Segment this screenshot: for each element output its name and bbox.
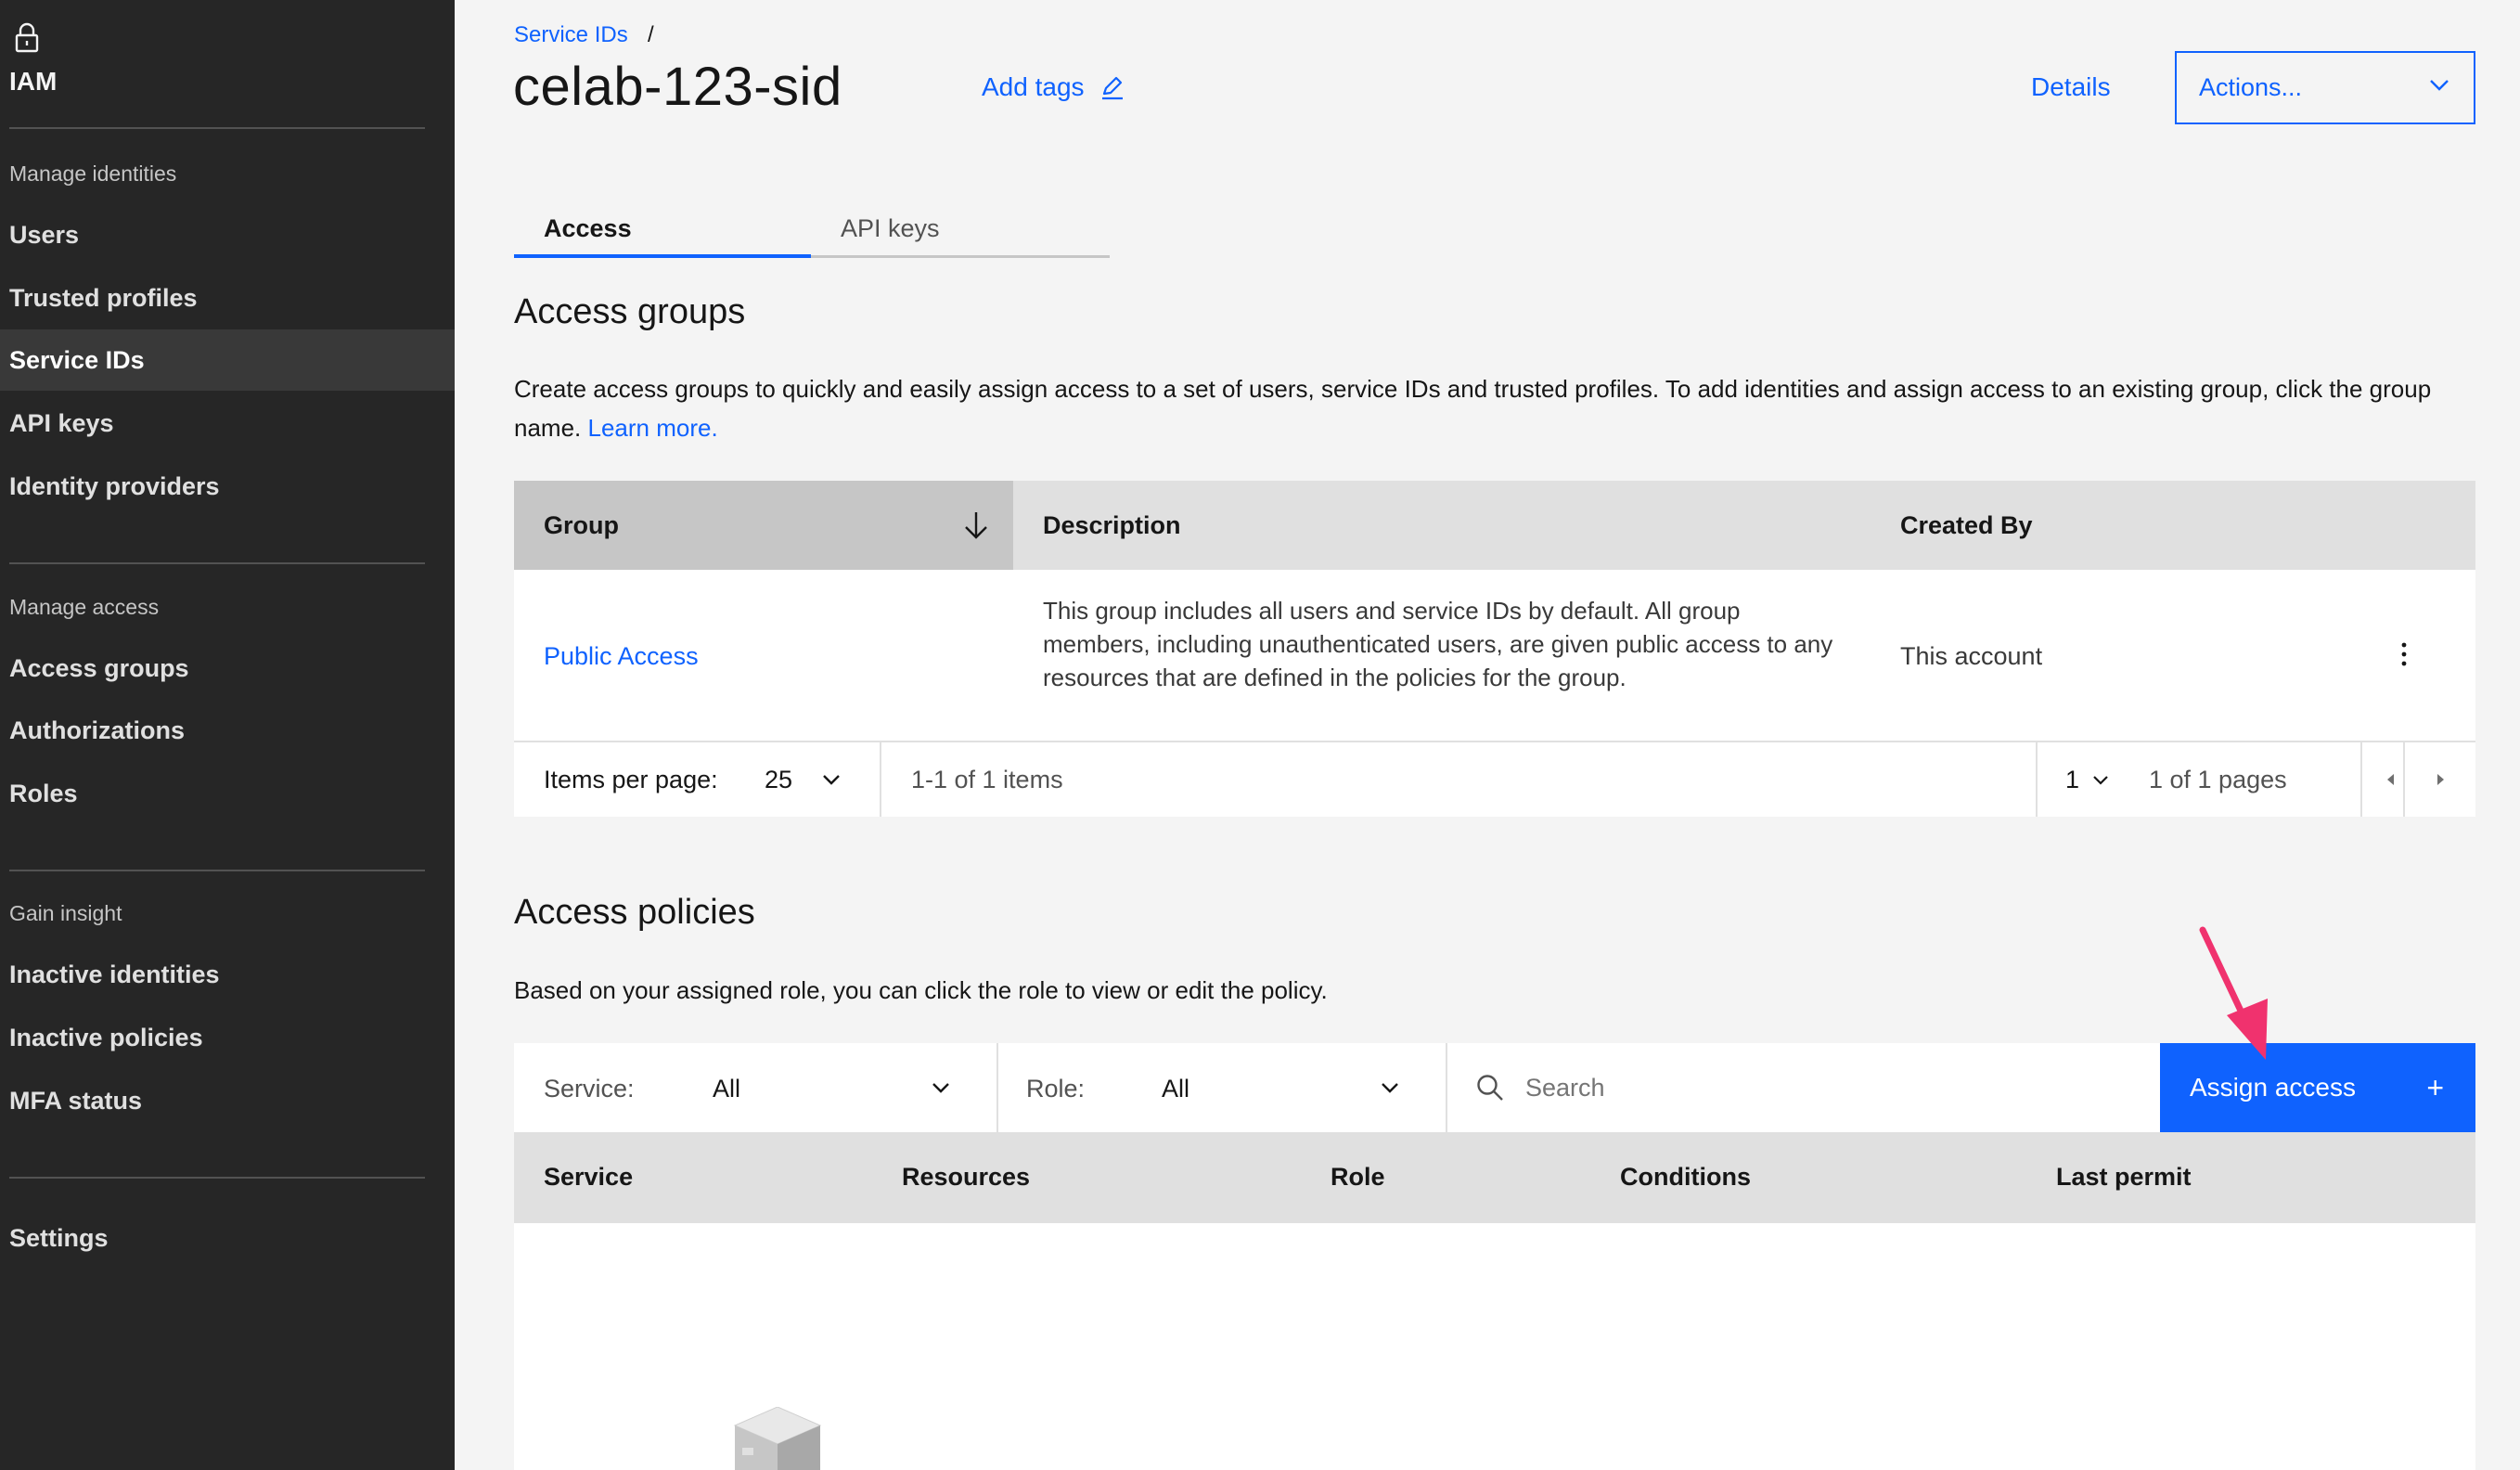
page-title: celab-123-sid	[513, 57, 842, 117]
access-policies-description: Based on your assigned role, you can cli…	[514, 976, 1328, 1004]
conditions-column-label: Conditions	[1620, 1163, 1751, 1191]
caret-left-icon	[2387, 774, 2394, 785]
chevron-down-icon	[1382, 1083, 1398, 1093]
service-column-label: Service	[544, 1163, 634, 1191]
sort-arrow-down-icon	[965, 512, 987, 539]
pagination-divider	[2036, 742, 2038, 817]
items-per-page-value: 25	[765, 765, 793, 793]
sidebar-section-manage-identities: Manage identities	[9, 161, 177, 186]
overflow-menu-icon[interactable]	[2399, 640, 2409, 668]
actions-dropdown[interactable]: Actions...	[2175, 51, 2475, 124]
chevron-down-icon	[2093, 775, 2108, 785]
breadcrumb-separator: /	[648, 22, 654, 47]
items-per-page-select[interactable]: 25	[765, 742, 841, 817]
items-per-page: Items per page:	[544, 742, 718, 817]
group-column-header[interactable]: Group	[514, 481, 1013, 570]
resources-column-label: Resources	[902, 1163, 1031, 1191]
policies-table-body	[514, 1223, 2475, 1470]
pages-total: 1 of 1 pages	[2149, 765, 2287, 793]
sidebar-item-trusted-profiles[interactable]: Trusted profiles	[0, 267, 455, 329]
group-name-link[interactable]: Public Access	[544, 642, 699, 671]
page-value: 1	[2065, 765, 2080, 793]
page-select[interactable]: 1	[2065, 742, 2109, 817]
chevron-down-icon	[2430, 80, 2449, 91]
sidebar-divider	[9, 562, 425, 564]
filter-divider	[996, 1043, 998, 1132]
group-column-label: Group	[544, 511, 619, 539]
search-icon	[1477, 1075, 1503, 1101]
table-row: Public Access This group includes all us…	[514, 570, 2475, 742]
access-groups-heading: Access groups	[514, 292, 746, 331]
sidebar-section-gain-insight: Gain insight	[9, 901, 122, 925]
breadcrumb-service-ids[interactable]: Service IDs	[514, 22, 628, 48]
service-filter-label: Service:	[544, 1075, 635, 1102]
learn-more-link[interactable]: Learn more.	[588, 414, 718, 442]
tab-api-keys[interactable]: API keys	[811, 202, 1110, 258]
chevron-down-icon	[823, 775, 840, 785]
sidebar-section-manage-access: Manage access	[9, 595, 160, 619]
items-per-page-label: Items per page:	[544, 765, 718, 793]
items-range: 1-1 of 1 items	[911, 765, 1063, 793]
sidebar-item-access-groups[interactable]: Access groups	[0, 638, 455, 699]
sidebar-divider	[9, 1177, 425, 1179]
role-filter-value: All	[1162, 1075, 1190, 1102]
annotation-arrow-icon	[2199, 926, 2268, 1060]
created-by-column-label: Created By	[1900, 511, 2033, 539]
sidebar-item-api-keys[interactable]: API keys	[0, 393, 455, 454]
role-filter-dropdown[interactable]: All	[1162, 1043, 1412, 1132]
add-tags-button[interactable]: Add tags	[982, 72, 1125, 102]
tab-access[interactable]: Access	[514, 202, 811, 258]
last-permit-column-label: Last permit	[2056, 1163, 2192, 1191]
details-link[interactable]: Details	[2031, 72, 2111, 102]
sidebar-item-service-ids[interactable]: Service IDs	[0, 329, 455, 391]
sidebar-item-inactive-identities[interactable]: Inactive identities	[0, 944, 455, 1005]
empty-state-box-icon	[733, 1407, 822, 1470]
sidebar-item-inactive-policies[interactable]: Inactive policies	[0, 1007, 455, 1068]
sidebar-item-users[interactable]: Users	[0, 204, 455, 265]
actions-label: Actions...	[2199, 73, 2303, 101]
group-description: This group includes all users and servic…	[1043, 597, 1833, 691]
role-column-label: Role	[1331, 1163, 1385, 1191]
role-filter-label: Role:	[1026, 1075, 1086, 1102]
add-tags-label: Add tags	[982, 72, 1085, 101]
next-page-button[interactable]	[2407, 742, 2475, 817]
tab-list: Access API keys	[514, 202, 1110, 258]
access-policies-heading: Access policies	[514, 893, 755, 932]
service-filter-value: All	[713, 1075, 741, 1102]
description-column-label: Description	[1043, 511, 1181, 539]
pagination: Items per page: 25 1-1 of 1 items 1 1 of…	[514, 742, 2475, 817]
sidebar-item-authorizations[interactable]: Authorizations	[0, 700, 455, 761]
sidebar-item-roles[interactable]: Roles	[0, 763, 455, 824]
sidebar-item-mfa-status[interactable]: MFA status	[0, 1070, 455, 1131]
sidebar-title: IAM	[9, 67, 58, 96]
sidebar: IAM Manage identities Users Trusted prof…	[0, 0, 455, 1470]
service-filter-dropdown[interactable]: All	[713, 1043, 963, 1132]
lock-icon	[15, 22, 39, 53]
sidebar-divider	[9, 127, 425, 129]
edit-pencil-icon	[1101, 76, 1123, 100]
filter-divider	[1446, 1043, 1447, 1132]
add-icon: +	[2426, 1071, 2444, 1104]
group-created-by: This account	[1900, 642, 2043, 670]
sidebar-item-identity-providers[interactable]: Identity providers	[0, 456, 455, 517]
access-groups-description-text: Create access groups to quickly and easi…	[514, 375, 2432, 442]
pagination-divider	[2403, 742, 2405, 817]
assign-access-label: Assign access	[2190, 1073, 2356, 1102]
policies-table-header: Service Resources Role Conditions Last p…	[514, 1132, 2475, 1223]
chevron-down-icon	[932, 1083, 949, 1093]
sidebar-divider	[9, 870, 425, 871]
caret-right-icon	[2437, 774, 2444, 785]
access-groups-description: Create access groups to quickly and easi…	[514, 369, 2475, 447]
sidebar-item-settings[interactable]: Settings	[0, 1207, 455, 1269]
table-header: Group Description Created By	[514, 481, 2475, 570]
pagination-divider	[880, 742, 881, 817]
search-input[interactable]	[1525, 1062, 2138, 1114]
